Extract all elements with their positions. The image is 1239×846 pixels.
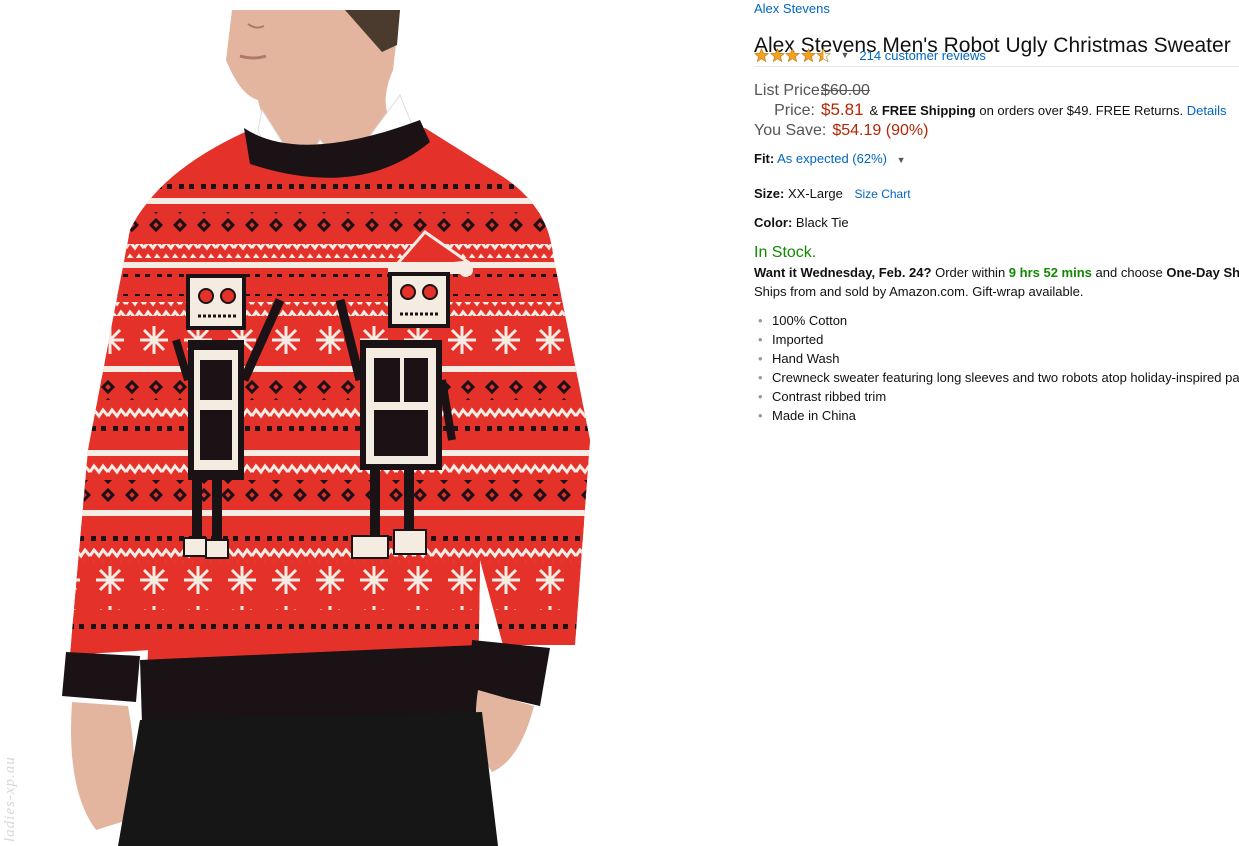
image-watermark: ladies-xp.au xyxy=(2,756,18,842)
feature-bullet: Made in China xyxy=(754,408,1239,427)
size-row: Size: XX-Large Size Chart xyxy=(754,186,911,201)
you-save-value: $54.19 (90%) xyxy=(832,122,929,139)
list-price-value: $60.00 xyxy=(821,82,870,99)
shipping-details-link[interactable]: Details xyxy=(1187,103,1227,118)
title-divider xyxy=(754,66,1239,67)
rating-row: ▼ 214 customer reviews xyxy=(754,46,986,64)
feature-bullet: Hand Wash xyxy=(754,351,1239,370)
customer-reviews-link[interactable]: 214 customer reviews xyxy=(859,48,985,63)
order-within-text: Order within xyxy=(935,265,1006,280)
order-countdown: 9 hrs 52 mins xyxy=(1008,265,1092,280)
free-shipping-text: FREE Shipping xyxy=(881,103,976,118)
star-rating[interactable] xyxy=(754,47,832,63)
size-value: XX-Large xyxy=(787,186,843,201)
feature-bullet: 100% Cotton xyxy=(754,313,1239,332)
price-row: Price: $5.81 & FREE Shipping on orders o… xyxy=(754,100,1227,120)
fit-row: Fit: As expected (62%) ▼ xyxy=(754,151,906,166)
size-label: Size: xyxy=(754,186,785,201)
color-value: Black Tie xyxy=(795,215,849,230)
one-day-shipping-text: One-Day Sh xyxy=(1166,265,1239,280)
price-label: Price: xyxy=(774,102,815,119)
delivery-date-text: Want it Wednesday, Feb. 24? xyxy=(754,265,932,280)
shipping-info: & FREE Shipping on orders over $49. FREE… xyxy=(870,103,1227,118)
you-save-row: You Save: $54.19 (90%) xyxy=(754,122,928,140)
ampersand: & xyxy=(869,103,879,118)
star-full-icon xyxy=(754,47,769,62)
list-price-label: List Price: xyxy=(754,82,825,99)
feature-bullet: Contrast ribbed trim xyxy=(754,389,1239,408)
price-value: $5.81 xyxy=(821,100,864,119)
star-full-icon xyxy=(769,47,785,62)
feature-bullets: 100% Cotton Imported Hand Wash Crewneck … xyxy=(754,313,1239,427)
sweater-model-photo xyxy=(62,10,590,846)
product-image[interactable]: ladies-xp.au xyxy=(0,0,740,846)
star-full-icon xyxy=(800,47,816,62)
you-save-label: You Save: xyxy=(754,122,827,139)
star-half-icon xyxy=(816,47,831,62)
size-chart-link[interactable]: Size Chart xyxy=(855,187,911,201)
brand-link[interactable]: Alex Stevens xyxy=(754,1,830,16)
fit-dropdown-caret-icon[interactable]: ▼ xyxy=(897,155,906,165)
feature-bullet: Crewneck sweater featuring long sleeves … xyxy=(754,370,1239,389)
ships-from-text: Ships from and sold by Amazon.com. Gift-… xyxy=(754,284,1084,299)
color-label: Color: xyxy=(754,215,793,230)
product-detail-panel: Alex Stevens Alex Stevens Men's Robot Ug… xyxy=(754,0,1239,846)
feature-bullet: Imported xyxy=(754,332,1239,351)
delivery-promise: Want it Wednesday, Feb. 24? Order within… xyxy=(754,265,1239,280)
shipping-terms: on orders over $49. FREE Returns. xyxy=(979,103,1184,118)
choose-text: and choose xyxy=(1095,265,1163,280)
fit-value-link[interactable]: As expected (62%) xyxy=(777,151,887,166)
stock-status: In Stock. xyxy=(754,244,817,261)
list-price-row: List Price: $60.00 xyxy=(754,82,870,100)
color-row: Color: Black Tie xyxy=(754,215,849,230)
fit-label: Fit: xyxy=(754,151,775,166)
rating-dropdown-caret-icon[interactable]: ▼ xyxy=(841,50,850,60)
star-full-icon xyxy=(785,47,800,62)
